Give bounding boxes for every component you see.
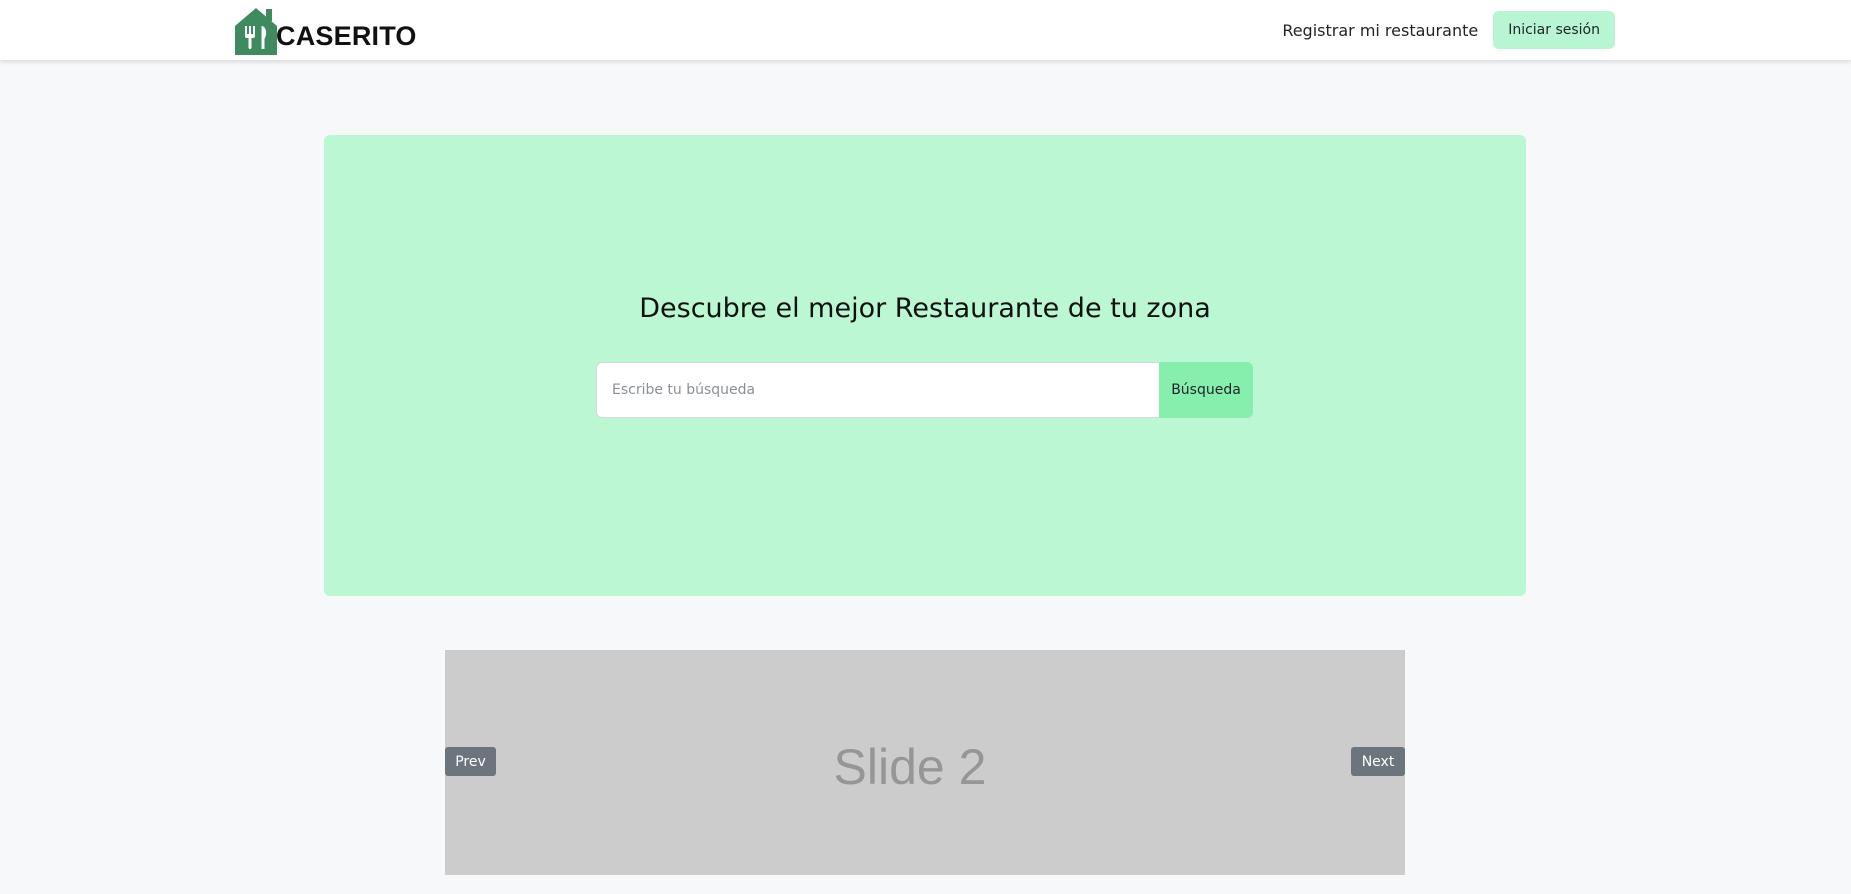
carousel-next-button[interactable]: Next — [1351, 747, 1405, 776]
search-button[interactable]: Búsqueda — [1159, 362, 1253, 418]
register-restaurant-link[interactable]: Registrar mi restaurante — [1282, 21, 1478, 40]
house-cutlery-icon — [235, 8, 277, 55]
search-form: Búsqueda — [596, 362, 1253, 418]
header-actions: Registrar mi restaurante Iniciar sesión — [1282, 11, 1615, 49]
brand-name: CASERITO — [276, 20, 417, 51]
brand-logo-link[interactable]: CASERITO — [233, 7, 417, 55]
login-button[interactable]: Iniciar sesión — [1493, 11, 1615, 49]
hero-title: Descubre el mejor Restaurante de tu zona — [639, 293, 1211, 324]
carousel-slide-label: Slide 2 — [833, 739, 987, 795]
carousel-prev-button[interactable]: Prev — [445, 747, 496, 776]
hero-banner: Descubre el mejor Restaurante de tu zona… — [324, 135, 1526, 596]
top-navbar: CASERITO Registrar mi restaurante Inicia… — [0, 0, 1851, 60]
carousel: Slide 2 Prev Next — [445, 650, 1405, 875]
search-input[interactable] — [596, 362, 1159, 418]
